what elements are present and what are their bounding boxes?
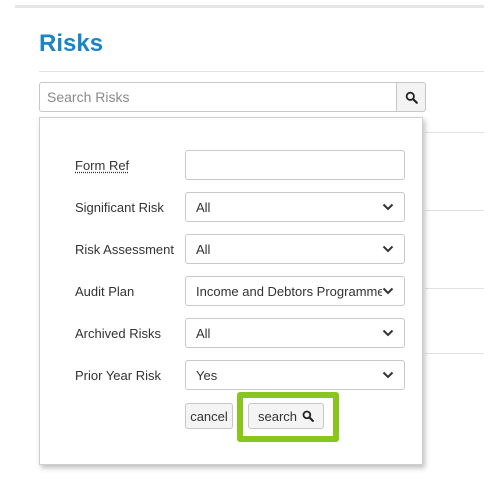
search-button[interactable]: search: [248, 403, 324, 429]
prior-year-risk-value: Yes: [196, 367, 218, 383]
table-divider: [425, 288, 484, 289]
risk-assessment-row: Risk Assessment All: [75, 234, 405, 264]
form-ref-label: Form Ref: [75, 157, 130, 173]
chevron-down-icon: [382, 369, 394, 381]
search-input[interactable]: [39, 82, 396, 112]
page-title: Risks: [39, 30, 104, 57]
search-submit-button[interactable]: [396, 82, 426, 112]
risk-assessment-label: Risk Assessment: [75, 241, 174, 257]
prior-year-risk-row: Prior Year Risk Yes: [75, 360, 405, 390]
title-divider: [39, 71, 484, 72]
risk-assessment-select[interactable]: All: [185, 234, 405, 264]
risk-assessment-value: All: [196, 241, 211, 257]
table-divider: [425, 353, 484, 354]
table-divider: [425, 210, 484, 211]
chevron-down-icon: [382, 243, 394, 255]
top-divider: [15, 5, 484, 8]
audit-plan-select[interactable]: Income and Debtors Programme: [185, 276, 405, 306]
archived-risks-row: Archived Risks All: [75, 318, 405, 348]
chevron-down-icon: [382, 201, 394, 213]
significant-risk-value: All: [196, 199, 211, 215]
significant-risk-label: Significant Risk: [75, 199, 164, 215]
search-bar: [39, 82, 426, 112]
form-ref-input[interactable]: [185, 150, 405, 180]
prior-year-risk-label: Prior Year Risk: [75, 367, 161, 383]
significant-risk-row: Significant Risk All: [75, 192, 405, 222]
chevron-down-icon: [382, 285, 394, 297]
audit-plan-value: Income and Debtors Programme: [196, 283, 382, 299]
audit-plan-label: Audit Plan: [75, 283, 135, 299]
prior-year-risk-select[interactable]: Yes: [185, 360, 405, 390]
significant-risk-select[interactable]: All: [185, 192, 405, 222]
cancel-button[interactable]: cancel: [185, 403, 233, 429]
audit-plan-row: Audit Plan Income and Debtors Programme: [75, 276, 405, 306]
search-button-label: search: [257, 408, 298, 424]
search-filter-panel: Form Ref Significant Risk All Risk Asses…: [39, 117, 423, 465]
table-divider: [425, 132, 484, 133]
archived-risks-label: Archived Risks: [75, 325, 161, 341]
archived-risks-value: All: [196, 325, 211, 341]
archived-risks-select[interactable]: All: [185, 318, 405, 348]
form-ref-row: Form Ref: [75, 150, 405, 180]
chevron-down-icon: [382, 327, 394, 339]
search-icon: [302, 410, 314, 422]
search-icon: [405, 91, 418, 104]
